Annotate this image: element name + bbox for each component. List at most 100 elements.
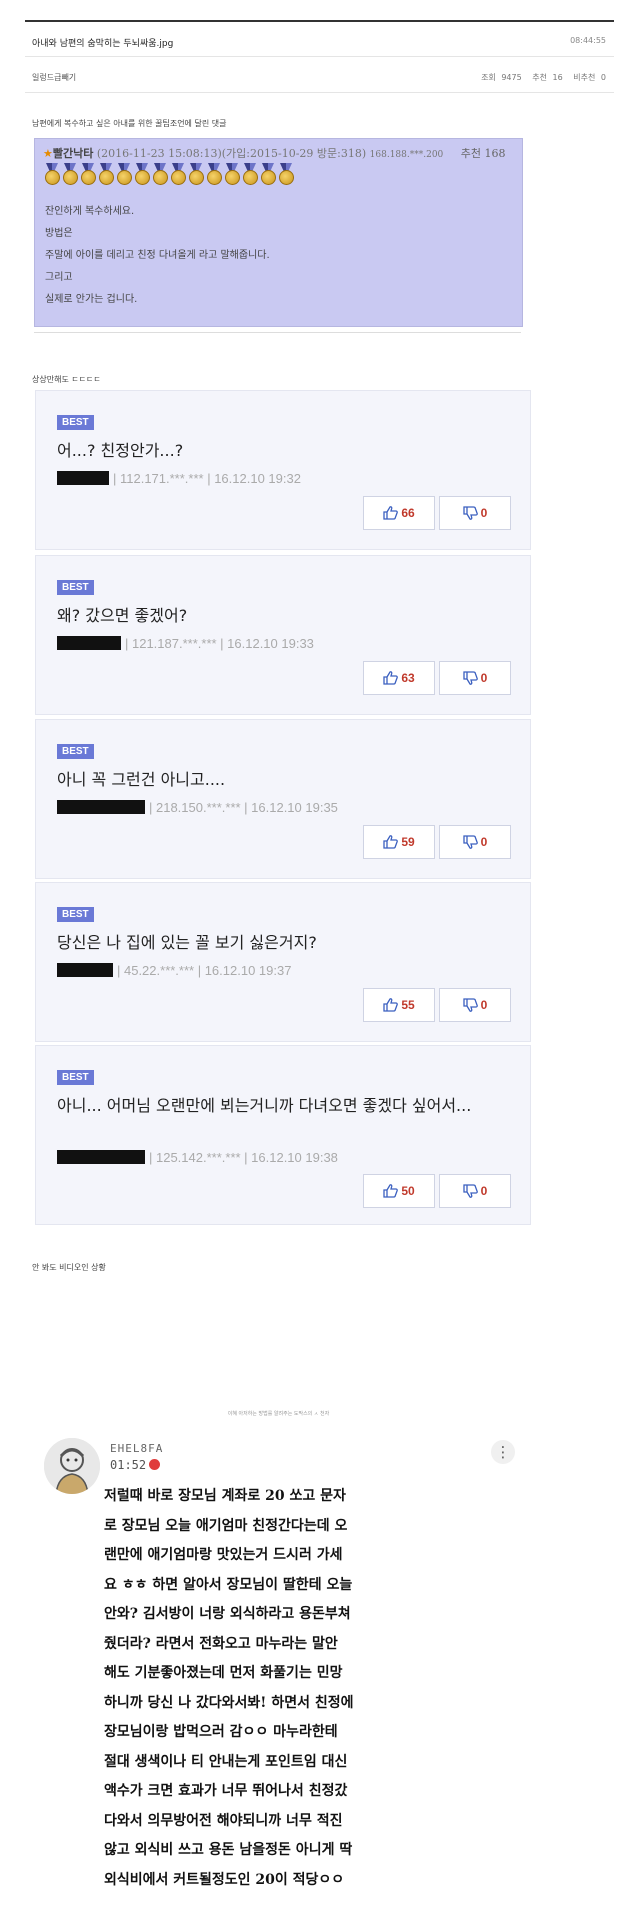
comment-rec: 추천 168: [460, 147, 506, 160]
upvote-button[interactable]: 55: [363, 988, 435, 1022]
caption-first: 남편에게 복수하고 싶은 아내를 위한 꿀팁조언에 달린 댓글: [32, 119, 227, 128]
hand-comment-time: 01:52: [110, 1458, 161, 1472]
downvote-count: 0: [480, 998, 488, 1012]
commenter-nick: 빨간낙타: [52, 147, 94, 160]
rec-label: 추천: [532, 73, 547, 82]
thumbs-up-icon: [383, 671, 399, 685]
nonrec-count: 0: [600, 73, 606, 82]
hand-line: 요 ㅎㅎ 하면 알아서 장모님이 딸한테 오늘: [104, 1576, 353, 1593]
comment-line: 그리고: [45, 272, 73, 283]
best-comment-meta: | 218.150.***.*** | 16.12.10 19:35: [57, 800, 338, 815]
redacted-nick: [57, 963, 113, 977]
best-comment: BEST 왜? 갔으면 좋겠어? | 121.187.***.*** | 16.…: [35, 555, 531, 715]
best-comment-text: 왜? 갔으면 좋겠어?: [57, 606, 188, 625]
image-header-text: 이혜 아저하는 방법를 알려주는 도막스의 ㅅ 천자: [227, 1411, 330, 1417]
vote-buttons: 59 0: [359, 825, 511, 859]
upvote-button[interactable]: 59: [363, 825, 435, 859]
medal-icon: [169, 163, 187, 187]
divider: [34, 332, 521, 333]
thumbs-up-icon: [383, 1184, 399, 1198]
hand-line: 로 장모님 오늘 애기엄마 친정간다는데 오: [104, 1517, 348, 1534]
best-comment-ipdate: | 112.171.***.*** | 16.12.10 19:32: [113, 471, 301, 486]
best-badge: BEST: [57, 580, 94, 595]
hand-line: 해도 기분좋아졌는데 먼저 화풀기는 민망: [104, 1665, 343, 1681]
post-title[interactable]: 아내와 남편의 숨막히는 두뇌싸움.jpg: [32, 36, 173, 49]
downvote-count: 0: [480, 671, 488, 685]
medal-icon: [205, 163, 223, 187]
thumbs-down-icon: [463, 835, 478, 849]
redacted-nick: [57, 1150, 145, 1164]
hand-line: 않고 외식비 쓰고 용돈 남을정돈 아니게 딱: [104, 1842, 353, 1858]
best-comment-meta: | 121.187.***.*** | 16.12.10 19:33: [57, 636, 314, 651]
hand-line: 절대 생색이나 티 안내는게 포인트임 대신: [104, 1753, 348, 1770]
purple-comment-header: ★빨간낙타 (2016-11-23 15:08:13)(가입:2015-10-2…: [43, 145, 506, 161]
best-badge: BEST: [57, 907, 94, 922]
purple-comment-image: ★빨간낙타 (2016-11-23 15:08:13)(가입:2015-10-2…: [34, 138, 523, 327]
upvote-button[interactable]: 66: [363, 496, 435, 530]
purple-comment-body: 잔인하게 복수하세요. 방법은 주말에 아이를 데리고 친정 다녀올게 라고 말…: [45, 201, 270, 311]
comment-date: (2016-11-23 15:08:13): [96, 147, 222, 160]
caption-third: 안 봐도 비디오인 상황: [32, 1263, 106, 1272]
upvote-count: 55: [401, 998, 415, 1012]
medal-icon: [259, 163, 277, 187]
vote-buttons: 55 0: [359, 988, 511, 1022]
best-comment-meta: | 125.142.***.*** | 16.12.10 19:38: [57, 1150, 338, 1165]
downvote-button[interactable]: 0: [439, 825, 511, 859]
commenter-ip: 168.188.***.200: [369, 150, 444, 160]
downvote-count: 0: [480, 1184, 488, 1198]
thumbs-up-icon: [383, 506, 399, 520]
best-comment: BEST 당신은 나 집에 있는 꼴 보기 싫은거지? | 45.22.***.…: [35, 882, 531, 1042]
vote-buttons: 63 0: [359, 661, 511, 695]
best-comment-text: 당신은 나 집에 있는 꼴 보기 싫은거지?: [57, 933, 317, 952]
avatar-icon: [44, 1438, 100, 1494]
thumbs-down-icon: [463, 506, 478, 520]
post-stats: 조회 9475 추천 16 비추천 0: [473, 72, 606, 83]
hand-line: 액수가 크면 효과가 너무 뛰어나서 친정갔: [104, 1783, 348, 1799]
commenter-joined: (가입:2015-10-29 방문:318): [221, 147, 367, 160]
best-comment: BEST 아니 꼭 그런건 아니고.... | 218.150.***.*** …: [35, 719, 531, 879]
best-comment: BEST 아니... 어머님 오랜만에 뵈는거니까 다녀오면 좋겠다 싶어서..…: [35, 1045, 531, 1225]
redacted-nick: [57, 800, 145, 814]
upvote-button[interactable]: 63: [363, 661, 435, 695]
post-category[interactable]: 일렁드급빼기: [32, 72, 76, 83]
redacted-nick: [57, 636, 121, 650]
divider: [25, 92, 614, 93]
upvote-count: 59: [401, 835, 415, 849]
star-icon: ★: [43, 147, 53, 160]
best-comment: BEST 어...? 친정안가...? | 112.171.***.*** | …: [35, 390, 531, 550]
medal-icon: [43, 163, 61, 187]
medal-icon: [97, 163, 115, 187]
comment-line: 잔인하게 복수하세요.: [45, 206, 135, 217]
thumbs-down-icon: [463, 1184, 478, 1198]
best-badge: BEST: [57, 744, 94, 759]
thumbs-down-icon: [463, 671, 478, 685]
medal-icon: [277, 163, 295, 187]
downvote-button[interactable]: 0: [439, 1174, 511, 1208]
thumbs-down-icon: [463, 998, 478, 1012]
medal-icon: [187, 163, 205, 187]
comment-line: 주말에 아이를 데리고 친정 다녀올게 라고 말해줍니다.: [45, 250, 270, 261]
medal-icon: [223, 163, 241, 187]
hand-line: 외식비에서 커트될정도인 20이 적당ㅇㅇ: [104, 1871, 345, 1888]
nonrec-label: 비추천: [573, 73, 596, 82]
downvote-count: 0: [480, 835, 488, 849]
best-comment-text: 아니 꼭 그런건 아니고....: [57, 770, 226, 789]
best-comment-meta: | 112.171.***.*** | 16.12.10 19:32: [57, 471, 301, 486]
best-comment-text: 어...? 친정안가...?: [57, 441, 184, 460]
best-comment-ipdate: | 121.187.***.*** | 16.12.10 19:33: [125, 636, 314, 651]
best-comment-ipdate: | 45.22.***.*** | 16.12.10 19:37: [117, 963, 292, 978]
more-options-icon[interactable]: ⋮: [491, 1440, 515, 1464]
downvote-button[interactable]: 0: [439, 496, 511, 530]
thumbs-up-icon: [383, 998, 399, 1012]
medal-row: [43, 163, 295, 187]
best-comment-ipdate: | 125.142.***.*** | 16.12.10 19:38: [149, 1150, 338, 1165]
hand-line: 랜만에 애기엄마랑 맛있는거 드시러 가세: [104, 1547, 343, 1563]
downvote-count: 0: [480, 506, 488, 520]
views-label: 조회: [481, 73, 496, 82]
downvote-button[interactable]: 0: [439, 661, 511, 695]
redacted-nick: [57, 471, 109, 485]
upvote-button[interactable]: 50: [363, 1174, 435, 1208]
hand-line: 다와서 의무방어전 해야되니까 너무 적진: [104, 1812, 343, 1829]
medal-icon: [133, 163, 151, 187]
downvote-button[interactable]: 0: [439, 988, 511, 1022]
